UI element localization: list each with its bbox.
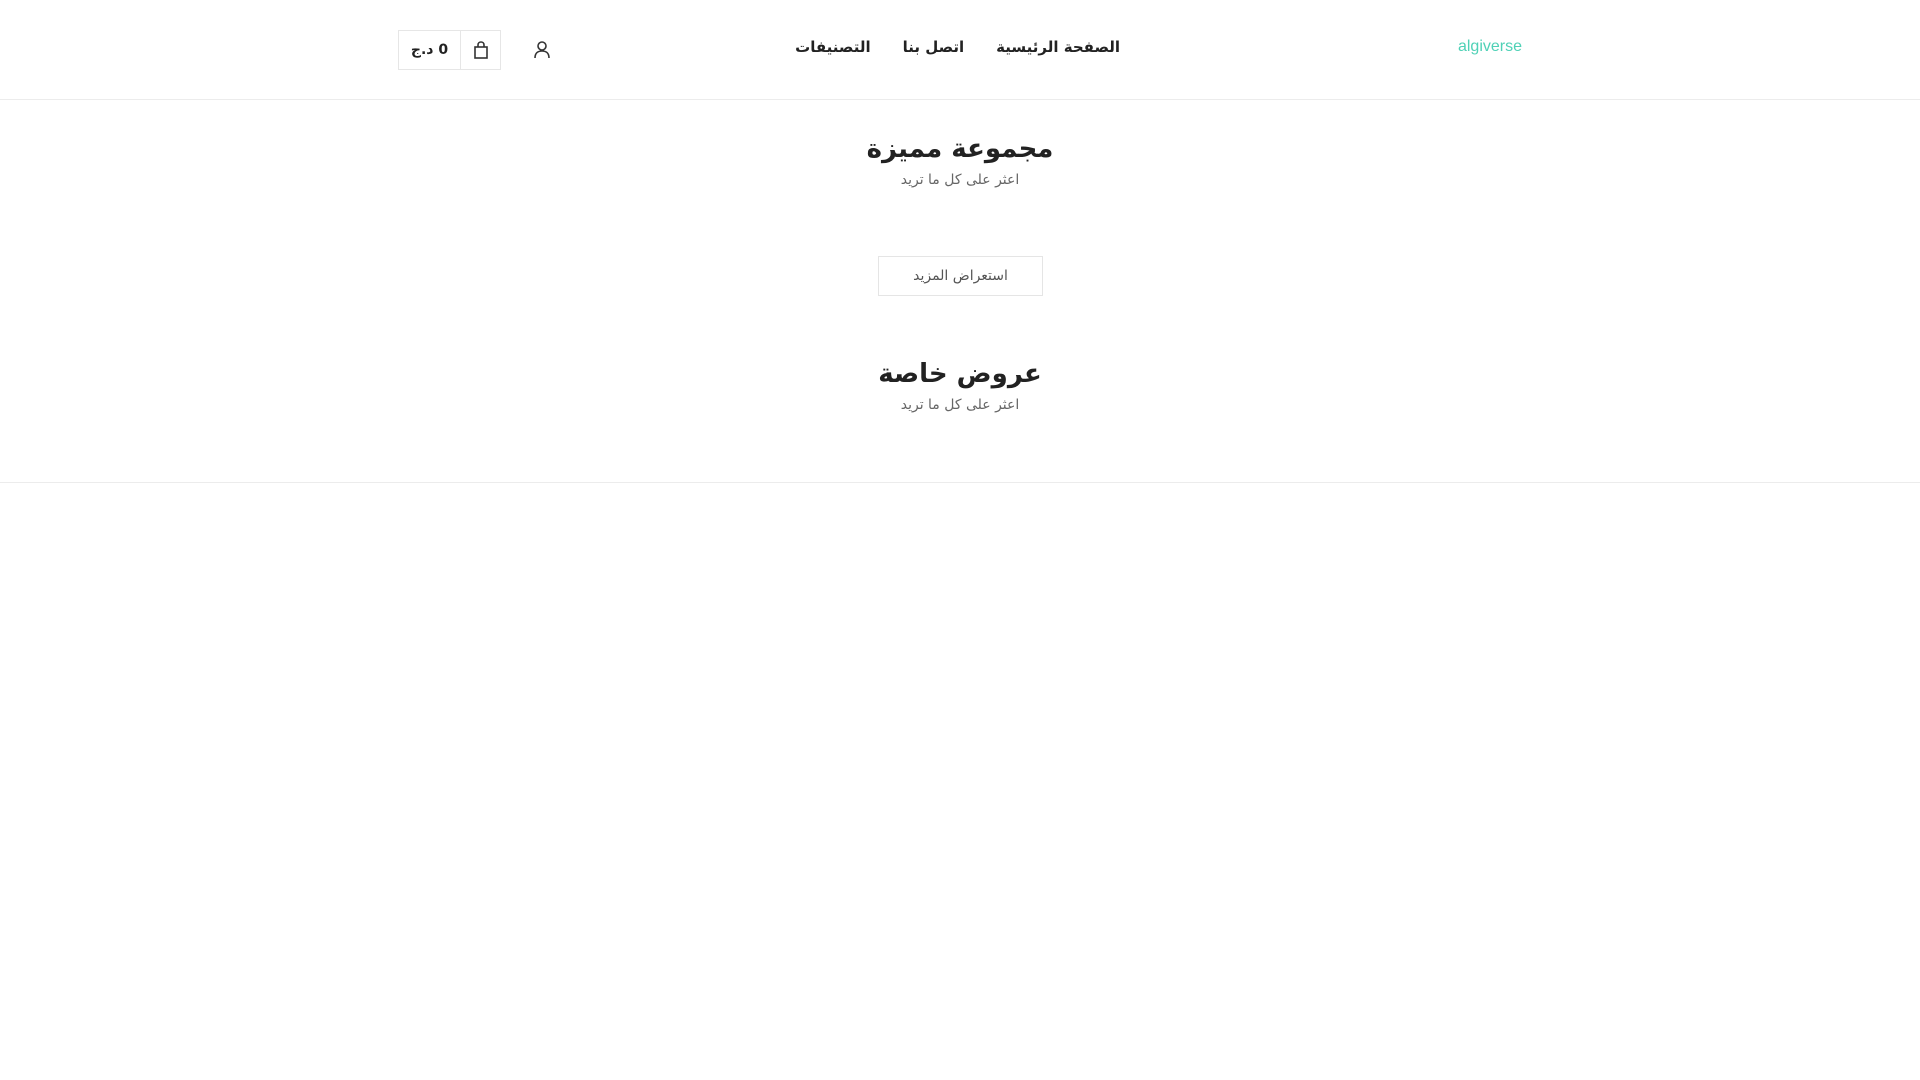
offers-subtitle: اعثر على كل ما تريد <box>900 397 1020 413</box>
cart-button[interactable]: 0 د.ج <box>398 30 501 70</box>
offers-section: عروض خاصة اعثر على كل ما تريد <box>0 357 1920 413</box>
nav-contact[interactable]: اتصل بنا <box>903 38 965 56</box>
logo-link[interactable]: algiverse <box>1458 38 1522 56</box>
site-header: algiverse الصفحة الرئيسية اتصل بنا التصن… <box>0 0 1920 100</box>
offers-title: عروض خاصة <box>878 359 1042 389</box>
nav-categories[interactable]: التصنيفات <box>795 38 870 56</box>
cart-icon <box>473 41 488 59</box>
cart-icon-wrap <box>461 31 500 69</box>
main-nav: الصفحة الرئيسية اتصل بنا التصنيفات <box>795 38 1120 56</box>
section-divider <box>0 482 1920 483</box>
featured-section: مجموعة مميزة اعثر على كل ما تريد <box>0 132 1920 188</box>
view-more-button[interactable]: استعراض المزيد <box>878 256 1043 296</box>
featured-title: مجموعة مميزة <box>866 134 1054 164</box>
featured-subtitle: اعثر على كل ما تريد <box>900 172 1020 188</box>
account-button[interactable] <box>530 36 554 64</box>
cart-total: 0 د.ج <box>399 31 461 69</box>
nav-home[interactable]: الصفحة الرئيسية <box>996 38 1120 56</box>
user-icon <box>534 41 550 59</box>
